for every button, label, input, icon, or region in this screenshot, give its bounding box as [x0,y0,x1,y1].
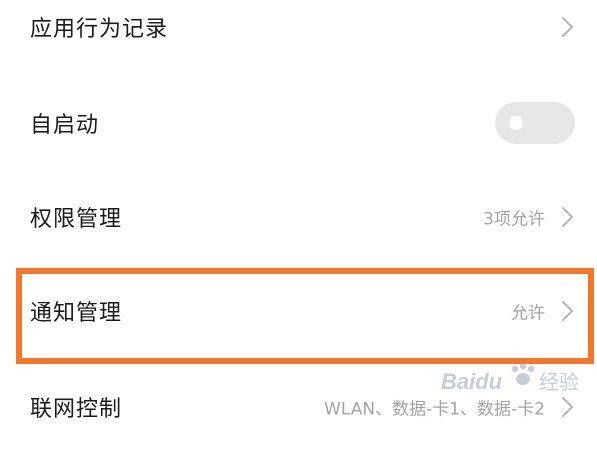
row-label: 权限管理 [30,207,123,232]
row-auto-start: 自启动 [0,78,597,168]
chevron-right-icon [559,300,575,322]
row-permission-management[interactable]: 权限管理 3项允许 [0,172,597,262]
row-value: 3项允许 [483,209,545,230]
row-value: 允许 [511,303,545,324]
chevron-right-icon [559,16,575,38]
toggle-knob [509,116,523,130]
row-network-control[interactable]: 联网控制 WLAN、数据-卡1、数据-卡2 [0,362,597,452]
chevron-right-icon [559,396,575,418]
row-app-behavior-record[interactable]: 应用行为记录 [0,0,597,72]
row-label: 联网控制 [30,397,123,422]
chevron-right-icon [559,206,575,228]
row-label: 自启动 [30,113,100,138]
row-notification-management[interactable]: 通知管理 允许 [0,266,597,356]
row-value: WLAN、数据-卡1、数据-卡2 [324,399,545,420]
settings-list: 应用行为记录 自启动 权限管理 3项允许 通知管理 允许 联网控制 WLAN、数… [0,0,597,427]
row-label: 通知管理 [30,301,123,326]
auto-start-toggle[interactable] [495,102,575,144]
row-label: 应用行为记录 [30,17,169,42]
